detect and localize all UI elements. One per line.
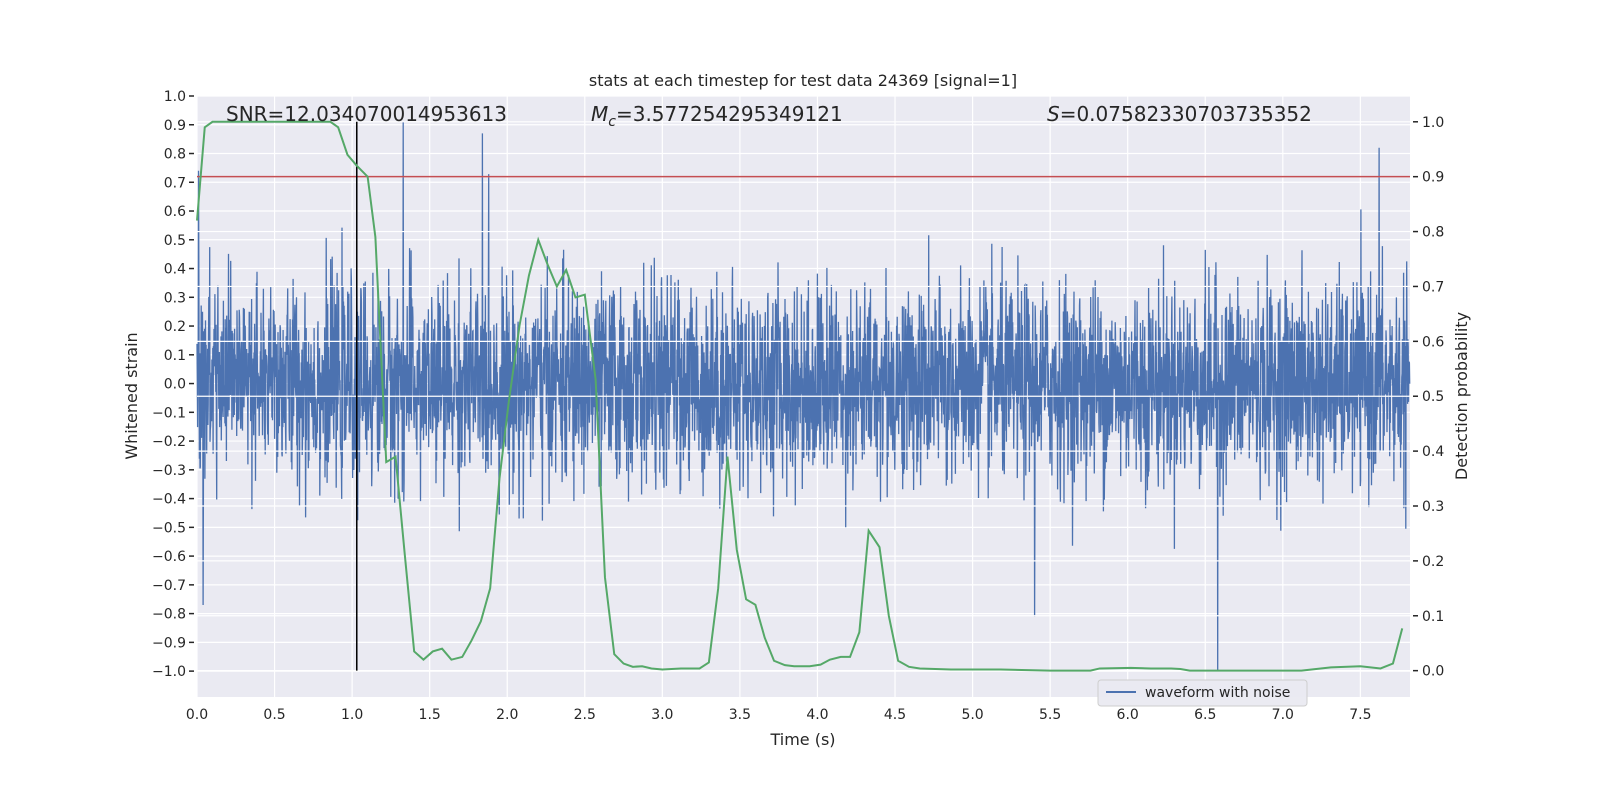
s-symbol: S <box>1047 102 1060 126</box>
x-tick-label: 0.5 <box>263 707 285 723</box>
y-tick-label: 0.2 <box>164 319 186 335</box>
chirp-mass-annotation: Mc=3.577254295349121 <box>591 102 843 130</box>
y-tick-label: −0.7 <box>152 578 186 594</box>
y-ticks: −1.0 −0.9 −0.8 −0.7 −0.6 −0.5 −0.4 −0.3 −0.2 −0.1… <box>152 89 194 680</box>
s-annotation: S=0.07582330703735352 <box>1047 102 1312 126</box>
y-tick-label: −1.0 <box>152 664 186 680</box>
y-tick-label: 0.6 <box>164 204 186 220</box>
y-tick-label: −0.9 <box>152 635 186 651</box>
mc-value: =3.577254295349121 <box>616 102 843 126</box>
legend: waveform with noise <box>1097 679 1308 707</box>
y-tick-label: 0.4 <box>164 262 186 278</box>
x-tick-label: 1.0 <box>341 707 363 723</box>
x-tick-label: 0.0 <box>186 707 208 723</box>
y-axis-label: Whitened strain <box>122 332 141 459</box>
legend-entry: waveform with noise <box>1145 685 1290 701</box>
y-tick-label: 0.8 <box>164 147 186 163</box>
s-value: =0.07582330703735352 <box>1060 102 1312 126</box>
x-tick-label: 7.0 <box>1272 707 1294 723</box>
y2-tick-label: 0.8 <box>1422 225 1444 241</box>
y-tick-label: 0.1 <box>164 348 186 364</box>
x-tick-label: 5.0 <box>961 707 983 723</box>
y2-tick-label: 1.0 <box>1422 115 1444 131</box>
y-tick-label: −0.8 <box>152 607 186 623</box>
y2-tick-label: 0.3 <box>1422 499 1444 515</box>
x-ticks: 0.0 0.5 1.0 1.5 2.0 2.5 3.0 3.5 4.0 4.5 5.0 5.5 6.0 6… <box>186 707 1372 723</box>
mc-symbol: M <box>591 102 608 126</box>
y2-tick-label: 0.6 <box>1422 334 1444 350</box>
y-tick-label: 0.5 <box>164 233 186 249</box>
y-tick-label: −0.2 <box>152 434 186 450</box>
chart: 0.0 0.5 1.0 1.5 2.0 2.5 3.0 3.5 4.0 4.5 5.0 5.5 6.0 6… <box>122 71 1471 749</box>
x-tick-label: 3.5 <box>729 707 751 723</box>
y2-tick-label: 0.0 <box>1422 664 1444 680</box>
y2-tick-label: 0.9 <box>1422 170 1444 186</box>
x-tick-label: 1.5 <box>419 707 441 723</box>
y2-tick-label: 0.4 <box>1422 444 1444 460</box>
x-tick-label: 7.5 <box>1349 707 1371 723</box>
x-tick-label: 4.0 <box>806 707 828 723</box>
y-tick-label: −0.3 <box>152 463 186 479</box>
y2-tick-label: 0.5 <box>1422 389 1444 405</box>
snr-annotation: SNR=12.034070014953613 <box>226 102 507 126</box>
x-axis-label: Time (s) <box>769 730 835 749</box>
y2-tick-label: 0.7 <box>1422 279 1444 295</box>
x-tick-label: 5.5 <box>1039 707 1061 723</box>
y2-ticks: 0.0 0.1 0.2 0.3 0.4 0.5 0.6 0.7 0.8 0.9 1.0 <box>1413 115 1444 680</box>
x-tick-label: 2.5 <box>574 707 596 723</box>
y-tick-label: 0.7 <box>164 175 186 191</box>
x-tick-label: 3.0 <box>651 707 673 723</box>
x-tick-label: 6.0 <box>1117 707 1139 723</box>
y-tick-label: 1.0 <box>164 89 186 105</box>
y2-tick-label: 0.1 <box>1422 609 1444 625</box>
y-tick-label: −0.1 <box>152 405 186 421</box>
x-tick-label: 2.0 <box>496 707 518 723</box>
y-tick-label: 0.9 <box>164 118 186 134</box>
chart-title: stats at each timestep for test data 243… <box>589 71 1017 90</box>
y-tick-label: 0.3 <box>164 290 186 306</box>
y-tick-label: 0.0 <box>164 377 186 393</box>
y-tick-label: −0.5 <box>152 520 186 536</box>
y-tick-label: −0.6 <box>152 549 186 565</box>
x-tick-label: 4.5 <box>884 707 906 723</box>
y2-axis-label: Detection probability <box>1452 312 1471 480</box>
x-tick-label: 6.5 <box>1194 707 1216 723</box>
y-tick-label: −0.4 <box>152 492 186 508</box>
y2-tick-label: 0.2 <box>1422 554 1444 570</box>
